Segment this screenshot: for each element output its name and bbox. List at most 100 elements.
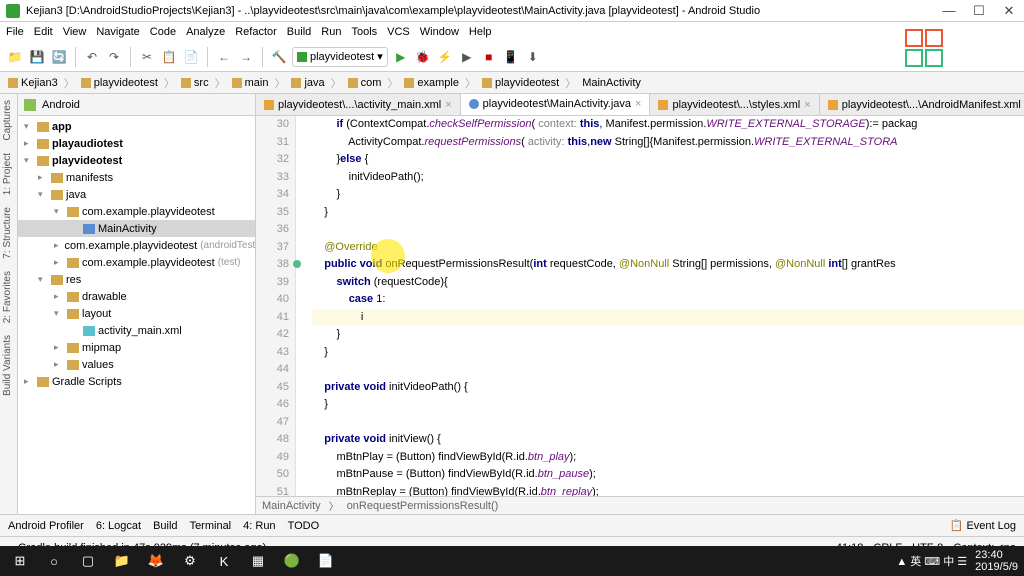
menu-navigate[interactable]: Navigate: [96, 26, 139, 38]
crumb-class[interactable]: MainActivity: [578, 77, 645, 89]
tree-item[interactable]: ▸com.example.playvideotest (test): [18, 254, 255, 271]
tool-logcat[interactable]: 6: Logcat: [96, 520, 141, 532]
undo-icon[interactable]: ↶: [83, 48, 101, 66]
tool-todo[interactable]: TODO: [288, 520, 320, 532]
maximize-button[interactable]: ☐: [964, 3, 994, 19]
editor-tab[interactable]: playvideotest\...\styles.xml×: [650, 94, 819, 115]
taskbar-app[interactable]: ⚙: [176, 550, 204, 572]
crumb-com[interactable]: com: [344, 77, 386, 89]
tree-item[interactable]: MainActivity: [18, 220, 255, 237]
tree-item[interactable]: activity_main.xml: [18, 322, 255, 339]
crumb-class-name[interactable]: MainActivity: [262, 500, 321, 512]
close-tab-icon[interactable]: ×: [804, 99, 810, 111]
menu-help[interactable]: Help: [469, 26, 492, 38]
taskbar-explorer[interactable]: 📁: [108, 550, 136, 572]
tool-captures[interactable]: Captures: [0, 94, 17, 147]
taskbar-app4[interactable]: 📄: [312, 550, 340, 572]
copy-icon[interactable]: 📋: [160, 48, 178, 66]
menu-bar: File Edit View Navigate Code Analyze Ref…: [0, 22, 1024, 42]
menu-file[interactable]: File: [6, 26, 24, 38]
menu-run[interactable]: Run: [321, 26, 341, 38]
close-tab-icon[interactable]: ×: [635, 98, 641, 110]
paste-icon[interactable]: 📄: [182, 48, 200, 66]
close-button[interactable]: ✕: [994, 3, 1024, 19]
minimize-button[interactable]: —: [934, 3, 964, 19]
tool-terminal[interactable]: Terminal: [190, 520, 232, 532]
crumb-module[interactable]: playvideotest: [77, 77, 162, 89]
crumb-example[interactable]: example: [400, 77, 463, 89]
editor-tab[interactable]: playvideotest\MainActivity.java×: [461, 94, 651, 115]
tree-item[interactable]: ▾java: [18, 186, 255, 203]
taskbar-app3[interactable]: ▦: [244, 550, 272, 572]
menu-build[interactable]: Build: [287, 26, 311, 38]
start-button[interactable]: ⊞: [6, 550, 34, 572]
menu-code[interactable]: Code: [150, 26, 176, 38]
tool-favorites[interactable]: 2: Favorites: [0, 265, 17, 329]
tree-item[interactable]: ▸Gradle Scripts: [18, 373, 255, 390]
crumb-java[interactable]: java: [287, 77, 328, 89]
tree-item[interactable]: ▸mipmap: [18, 339, 255, 356]
editor-area: playvideotest\...\activity_main.xml×play…: [256, 94, 1024, 514]
taskbar-android-studio[interactable]: 🟢: [278, 550, 306, 572]
cut-icon[interactable]: ✂: [138, 48, 156, 66]
taskbar-firefox[interactable]: 🦊: [142, 550, 170, 572]
avd-manager-button[interactable]: 📱: [502, 48, 520, 66]
back-icon[interactable]: ←: [215, 48, 233, 66]
crumb-project[interactable]: Kejian3: [4, 77, 62, 89]
profile-button[interactable]: ⚡: [436, 48, 454, 66]
android-studio-icon: [6, 4, 20, 18]
taskbar-app2[interactable]: K: [210, 550, 238, 572]
task-view-button[interactable]: ▢: [74, 550, 102, 572]
menu-vcs[interactable]: VCS: [387, 26, 410, 38]
forward-icon[interactable]: →: [237, 48, 255, 66]
crumb-method-name[interactable]: onRequestPermissionsResult(): [347, 500, 499, 512]
tool-run[interactable]: 4: Run: [243, 520, 275, 532]
menu-window[interactable]: Window: [420, 26, 459, 38]
close-tab-icon[interactable]: ×: [445, 99, 451, 111]
tool-build[interactable]: Build: [153, 520, 177, 532]
menu-view[interactable]: View: [63, 26, 87, 38]
tree-item[interactable]: ▸com.example.playvideotest (androidTest): [18, 237, 255, 254]
tree-item[interactable]: ▾com.example.playvideotest: [18, 203, 255, 220]
menu-analyze[interactable]: Analyze: [186, 26, 225, 38]
project-panel-header[interactable]: Android: [18, 94, 255, 116]
tool-project[interactable]: 1: Project: [0, 147, 17, 201]
open-icon[interactable]: 📁: [6, 48, 24, 66]
tray-icons[interactable]: ▲ 英 ⌨ 中 ☰: [896, 553, 967, 569]
attach-debugger-button[interactable]: ▶: [458, 48, 476, 66]
menu-edit[interactable]: Edit: [34, 26, 53, 38]
crumb-src[interactable]: src: [177, 77, 213, 89]
make-icon[interactable]: 🔨: [270, 48, 288, 66]
tree-item[interactable]: ▾playvideotest: [18, 152, 255, 169]
tree-item[interactable]: ▸drawable: [18, 288, 255, 305]
tree-item[interactable]: ▸manifests: [18, 169, 255, 186]
crumb-package[interactable]: playvideotest: [478, 77, 563, 89]
run-config-selector[interactable]: playvideotest ▾: [292, 47, 388, 67]
tool-structure[interactable]: 7: Structure: [0, 201, 17, 265]
tree-item[interactable]: ▾app: [18, 118, 255, 135]
save-icon[interactable]: 💾: [28, 48, 46, 66]
stop-button[interactable]: ■: [480, 48, 498, 66]
search-button[interactable]: ○: [40, 550, 68, 572]
tree-item[interactable]: ▾res: [18, 271, 255, 288]
tool-android-profiler[interactable]: Android Profiler: [8, 520, 84, 532]
code-editor[interactable]: if (ContextCompat.checkSelfPermission( c…: [296, 116, 1024, 496]
tool-buildvariants[interactable]: Build Variants: [0, 329, 17, 402]
editor-tab[interactable]: playvideotest\...\activity_main.xml×: [256, 94, 461, 115]
clock-date[interactable]: 2019/5/9: [975, 561, 1018, 573]
menu-refactor[interactable]: Refactor: [235, 26, 277, 38]
tree-item[interactable]: ▸values: [18, 356, 255, 373]
sync-icon[interactable]: 🔄: [50, 48, 68, 66]
event-log-button[interactable]: 📋 Event Log: [950, 519, 1016, 532]
editor-tab[interactable]: playvideotest\...\AndroidManifest.xml×: [820, 94, 1024, 115]
system-tray[interactable]: ▲ 英 ⌨ 中 ☰ 23:40 2019/5/9: [896, 549, 1018, 573]
crumb-main[interactable]: main: [228, 77, 273, 89]
clock-time[interactable]: 23:40: [975, 549, 1018, 561]
debug-button[interactable]: 🐞: [414, 48, 432, 66]
redo-icon[interactable]: ↷: [105, 48, 123, 66]
tree-item[interactable]: ▸playaudiotest: [18, 135, 255, 152]
tree-item[interactable]: ▾layout: [18, 305, 255, 322]
menu-tools[interactable]: Tools: [351, 26, 377, 38]
sdk-manager-button[interactable]: ⬇: [524, 48, 542, 66]
run-button[interactable]: ▶: [392, 48, 410, 66]
